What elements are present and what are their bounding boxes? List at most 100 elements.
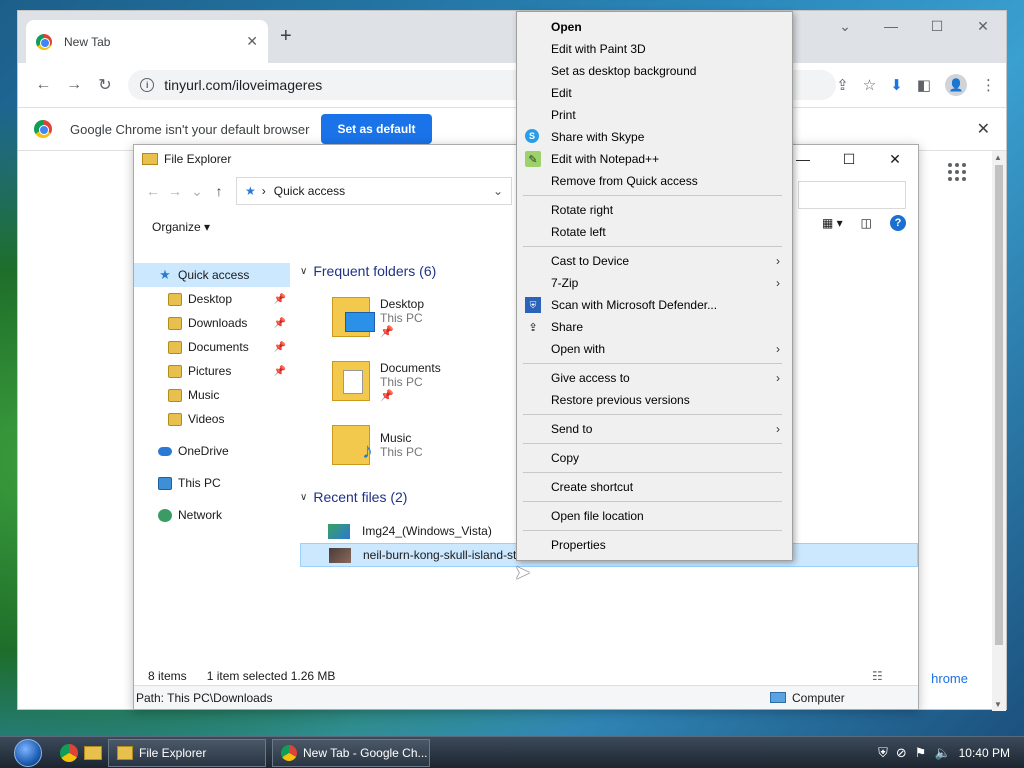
recent-locations-icon[interactable]: ⌄	[186, 183, 208, 200]
menu-item-label: 7-Zip	[551, 276, 579, 290]
share-icon[interactable]: ⇪	[836, 76, 849, 94]
chrome-quicklaunch-icon[interactable]	[60, 743, 78, 762]
up-one-level-icon[interactable]: ↑	[208, 183, 230, 199]
taskbar-file-explorer[interactable]: File Explorer	[108, 738, 266, 767]
nav-item-videos[interactable]: Videos	[134, 407, 290, 431]
chrome-icon	[281, 744, 297, 761]
nav-item-network[interactable]: Network	[134, 503, 290, 527]
menu-item-rotate-right[interactable]: Rotate right	[517, 199, 792, 221]
menu-item-open-with[interactable]: Open with ›	[517, 338, 792, 360]
menu-item-restore-previous-versions[interactable]: Restore previous versions	[517, 389, 792, 411]
minimize-button[interactable]: —	[868, 11, 914, 41]
menu-item-7-zip[interactable]: 7-Zip ›	[517, 272, 792, 294]
chrome-toolbar: ← → ↻ i tinyurl.com/iloveimageres ⇪ ☆ ⬇ …	[18, 63, 1006, 107]
tab-new-tab[interactable]: New Tab ✕	[26, 20, 268, 63]
scroll-up-icon[interactable]: ▲	[994, 153, 1002, 162]
scroll-down-icon[interactable]: ▼	[994, 700, 1002, 709]
menu-item-edit[interactable]: Edit	[517, 82, 792, 104]
bookmark-star-icon[interactable]: ☆	[863, 76, 876, 94]
menu-item-send-to[interactable]: Send to ›	[517, 418, 792, 440]
customize-chrome-button[interactable]: hrome	[931, 671, 968, 686]
site-info-icon[interactable]: i	[140, 78, 155, 92]
action-center-icon[interactable]: ⚑	[915, 745, 927, 761]
menu-item-give-access-to[interactable]: Give access to ›	[517, 367, 792, 389]
path-text: Path: This PC\Downloads	[136, 690, 273, 705]
volume-icon[interactable]: 🔈	[934, 745, 950, 761]
menu-item-label: Edit with Paint 3D	[551, 42, 646, 56]
network-icon[interactable]: ⊘	[896, 745, 907, 761]
start-button[interactable]	[8, 737, 48, 768]
menu-item-share-with-skype[interactable]: S Share with Skype	[517, 126, 792, 148]
menu-item-share[interactable]: ⇪ Share	[517, 316, 792, 338]
page-scrollbar[interactable]: ▲ ▼	[992, 151, 1006, 711]
notepadpp-icon: ✎	[525, 151, 541, 167]
network-icon	[158, 508, 172, 522]
back-icon[interactable]: ←	[28, 76, 59, 94]
close-button[interactable]: ✕	[960, 11, 1006, 41]
help-icon[interactable]: ?	[890, 215, 906, 231]
new-tab-button[interactable]: +	[280, 25, 292, 48]
nav-item-this-pc[interactable]: This PC	[134, 471, 290, 495]
explorer-close-button[interactable]: ✕	[872, 145, 918, 173]
menu-item-cast-to-device[interactable]: Cast to Device ›	[517, 250, 792, 272]
menu-item-edit-with-paint-3d[interactable]: Edit with Paint 3D	[517, 38, 792, 60]
taskbar-chrome[interactable]: New Tab - Google Ch...	[272, 738, 430, 767]
breadcrumb-chevron-icon[interactable]: ›	[262, 184, 266, 198]
submenu-chevron-icon: ›	[776, 371, 780, 385]
clock[interactable]: 10:40 PM	[959, 746, 1010, 760]
nav-item-music[interactable]: Music	[134, 383, 290, 407]
menu-item-rotate-left[interactable]: Rotate left	[517, 221, 792, 243]
nav-item-desktop[interactable]: Desktop 📌	[134, 287, 290, 311]
set-as-default-button[interactable]: Set as default	[321, 114, 432, 144]
nav-item-label: Videos	[188, 412, 225, 426]
preview-pane-icon[interactable]: ◫	[861, 216, 872, 230]
nav-item-quick-access[interactable]: ★ Quick access	[134, 263, 290, 287]
tab-close-icon[interactable]: ✕	[246, 33, 258, 50]
menu-separator	[523, 472, 782, 473]
forward-icon[interactable]: →	[59, 76, 90, 94]
menu-item-set-as-desktop-background[interactable]: Set as desktop background	[517, 60, 792, 82]
infobar-close-icon[interactable]: ✕	[977, 119, 990, 139]
security-shield-icon[interactable]: ⛨	[878, 745, 888, 761]
menu-item-label: Open	[551, 20, 582, 34]
apps-grid-icon[interactable]	[948, 163, 966, 181]
menu-item-scan-with-microsoft-defender[interactable]: ⛨ Scan with Microsoft Defender...	[517, 294, 792, 316]
tile-location: This PC	[380, 310, 423, 325]
explorer-back-icon[interactable]: ←	[142, 183, 164, 199]
menu-item-edit-with-notepad[interactable]: ✎ Edit with Notepad++	[517, 148, 792, 170]
computer-zone: Computer	[770, 691, 845, 705]
nav-item-pictures[interactable]: Pictures 📌	[134, 359, 290, 383]
explorer-maximize-button[interactable]: ☐	[826, 145, 872, 173]
nav-item-documents[interactable]: Documents 📌	[134, 335, 290, 359]
menu-item-remove-from-quick-access[interactable]: Remove from Quick access	[517, 170, 792, 192]
explorer-search-input[interactable]	[798, 181, 906, 209]
reload-icon[interactable]: ↻	[90, 75, 121, 95]
tile-name: Documents	[380, 360, 441, 375]
explorer-quicklaunch-icon[interactable]	[84, 745, 102, 760]
menu-item-open[interactable]: Open	[517, 16, 792, 38]
organize-button[interactable]: Organize ▾	[152, 220, 210, 234]
url-text: tinyurl.com/iloveimageres	[164, 77, 323, 93]
scroll-thumb[interactable]	[995, 165, 1003, 645]
nav-item-downloads[interactable]: Downloads 📌	[134, 311, 290, 335]
menu-item-open-file-location[interactable]: Open file location	[517, 505, 792, 527]
address-dropdown-icon[interactable]: ⌄	[493, 184, 503, 198]
download-icon[interactable]: ⬇	[890, 76, 903, 94]
change-view-icon[interactable]: ▦ ▾	[822, 216, 843, 230]
tab-search-icon[interactable]: ⌄	[822, 11, 868, 41]
menu-item-properties[interactable]: Properties	[517, 534, 792, 556]
menu-item-create-shortcut[interactable]: Create shortcut	[517, 476, 792, 498]
side-panel-icon[interactable]: ◧	[917, 76, 931, 94]
nav-item-onedrive[interactable]: OneDrive	[134, 439, 290, 463]
mouse-cursor-icon: ➤	[514, 562, 531, 584]
group-title: Frequent folders (6)	[313, 263, 437, 279]
profile-avatar-icon[interactable]: 👤	[945, 74, 968, 96]
pin-icon: 📌	[380, 325, 394, 338]
menu-item-print[interactable]: Print	[517, 104, 792, 126]
maximize-button[interactable]: ☐	[914, 11, 960, 41]
address-bar[interactable]: ★ › Quick access ⌄	[236, 177, 512, 205]
explorer-forward-icon[interactable]: →	[164, 183, 186, 199]
folder-music-icon	[332, 425, 373, 465]
menu-item-copy[interactable]: Copy	[517, 447, 792, 469]
menu-kebab-icon[interactable]: ⋮	[981, 76, 996, 94]
